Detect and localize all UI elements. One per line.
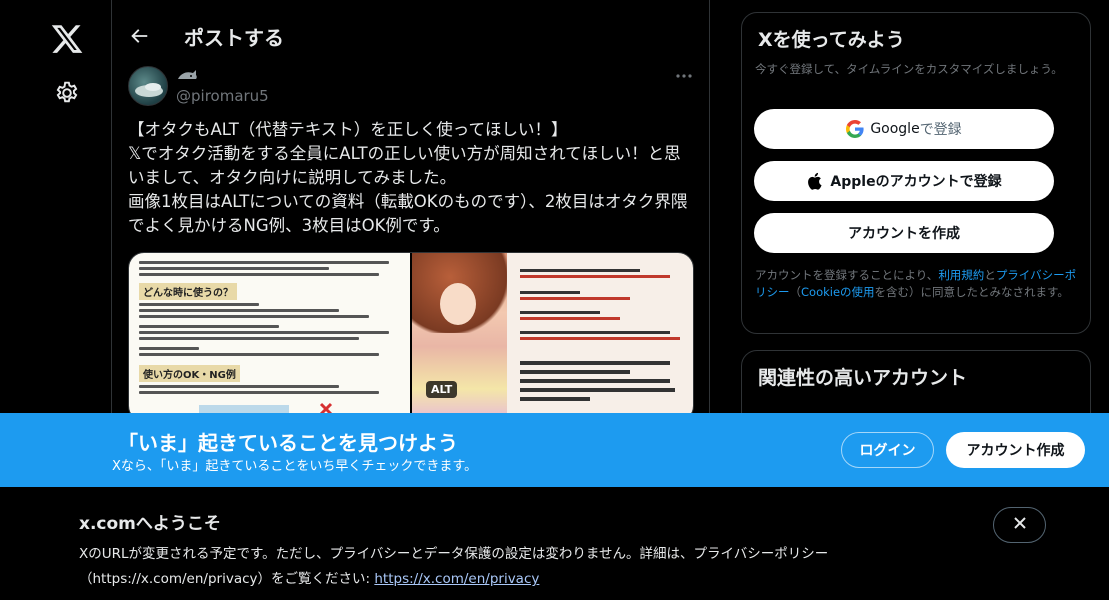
text-line (139, 273, 379, 276)
terms-prefix: アカウントを登録することにより、 (755, 268, 939, 282)
cookie-link[interactable]: Cookieの使用 (801, 285, 875, 299)
google-suffix-label: で登録 (919, 122, 962, 138)
page-title: ポストする (184, 26, 284, 50)
text-line (520, 361, 670, 365)
apple-icon (806, 172, 824, 190)
signup-title: Xを使ってみよう (758, 29, 905, 51)
close-notice-button[interactable] (993, 507, 1046, 543)
text-line (139, 325, 279, 328)
media-heading: 使い方のOK・NG例 (139, 365, 240, 382)
related-accounts-title: 関連性の高いアカウント (758, 367, 968, 389)
post-media[interactable]: どんな時に使うの？ 使い方のOK・NG例 ALT (128, 252, 694, 422)
google-icon (846, 120, 864, 138)
privacy-url-link[interactable]: https://x.com/en/privacy (374, 571, 539, 587)
text-line (139, 391, 379, 394)
user-handle[interactable]: @piromaru5 (176, 87, 269, 105)
apple-signup-button[interactable]: Appleのアカウントで登録 (754, 161, 1054, 201)
media-heading: どんな時に使うの？ (139, 283, 237, 300)
text-line (139, 353, 379, 356)
signup-subtitle: 今すぐ登録して、タイムラインをカスタマイズしましょう。 (755, 62, 1063, 76)
text-line (139, 385, 339, 388)
character-face (440, 283, 476, 325)
close-icon (1012, 515, 1028, 535)
media-image-character[interactable]: ALT (412, 253, 693, 421)
text-line (520, 317, 620, 320)
text-line (139, 261, 389, 264)
terms-link[interactable]: 利用規約 (938, 268, 984, 282)
media-image-alt-guide[interactable]: どんな時に使うの？ 使い方のOK・NG例 (129, 253, 410, 421)
alt-badge[interactable]: ALT (426, 381, 458, 398)
signup-card: Xを使ってみよう 今すぐ登録して、タイムラインをカスタマイズしましょう。 Goo… (741, 12, 1091, 334)
login-banner: 「いま」起きていることを見つけよう Xなら、「いま」起きていることをいち早くチェ… (0, 413, 1109, 487)
notice-body: XのURLが変更される予定です。ただし、プライバシーとデータ保護の設定は変わりま… (79, 542, 959, 592)
cookie-open: （ (789, 285, 802, 299)
notice-title: x.comへようこそ (79, 514, 221, 534)
text-line (139, 337, 359, 340)
banner-subtitle: Xなら、「いま」起きていることをいち早くチェックできます。 (112, 459, 478, 474)
text-line (520, 291, 580, 294)
text-line (520, 397, 590, 401)
banner-title: 「いま」起きていることを見つけよう (118, 431, 458, 455)
terms-text: アカウントを登録することにより、利用規約とプライバシーポリシー（Cookieの使… (755, 267, 1080, 301)
avatar[interactable] (128, 66, 168, 106)
more-options-icon[interactable] (674, 66, 694, 86)
text-line (139, 303, 259, 306)
apple-signup-label: Appleのアカウントで登録 (830, 174, 1002, 190)
create-account-button[interactable]: アカウントを作成 (754, 213, 1054, 253)
text-line (139, 347, 199, 350)
post-header: ポストする (112, 0, 709, 60)
google-signup-button[interactable]: Google で登録 (754, 109, 1054, 149)
login-button[interactable]: ログイン (841, 432, 934, 468)
text-line (520, 275, 670, 278)
text-line (139, 309, 339, 312)
google-brand-label: Google (870, 121, 920, 137)
gear-icon[interactable] (54, 80, 80, 106)
text-line (520, 297, 630, 300)
text-line (520, 370, 630, 374)
welcome-notice: x.comへようこそ XのURLが変更される予定です。ただし、プライバシーとデー… (0, 487, 1109, 600)
text-line (139, 331, 389, 334)
text-line (139, 267, 329, 270)
post-text: 【オタクもALT（代替テキスト）を正しく使ってほしい！】 𝕏でオタク活動をする全… (128, 120, 688, 235)
text-line (520, 311, 600, 314)
signup-button[interactable]: アカウント作成 (946, 432, 1085, 468)
text-line (520, 379, 670, 383)
text-line (520, 388, 675, 392)
terms-and: と (984, 268, 996, 282)
text-line (139, 315, 369, 318)
create-account-label: アカウントを作成 (848, 226, 960, 242)
text-line (520, 269, 640, 272)
text-line (520, 331, 670, 334)
x-logo-icon[interactable] (50, 22, 84, 56)
display-name-icon[interactable] (176, 66, 198, 84)
terms-suffix: を含む）に同意したとみなされます。 (874, 285, 1069, 299)
text-line (520, 337, 680, 340)
back-arrow-icon[interactable] (128, 25, 150, 47)
